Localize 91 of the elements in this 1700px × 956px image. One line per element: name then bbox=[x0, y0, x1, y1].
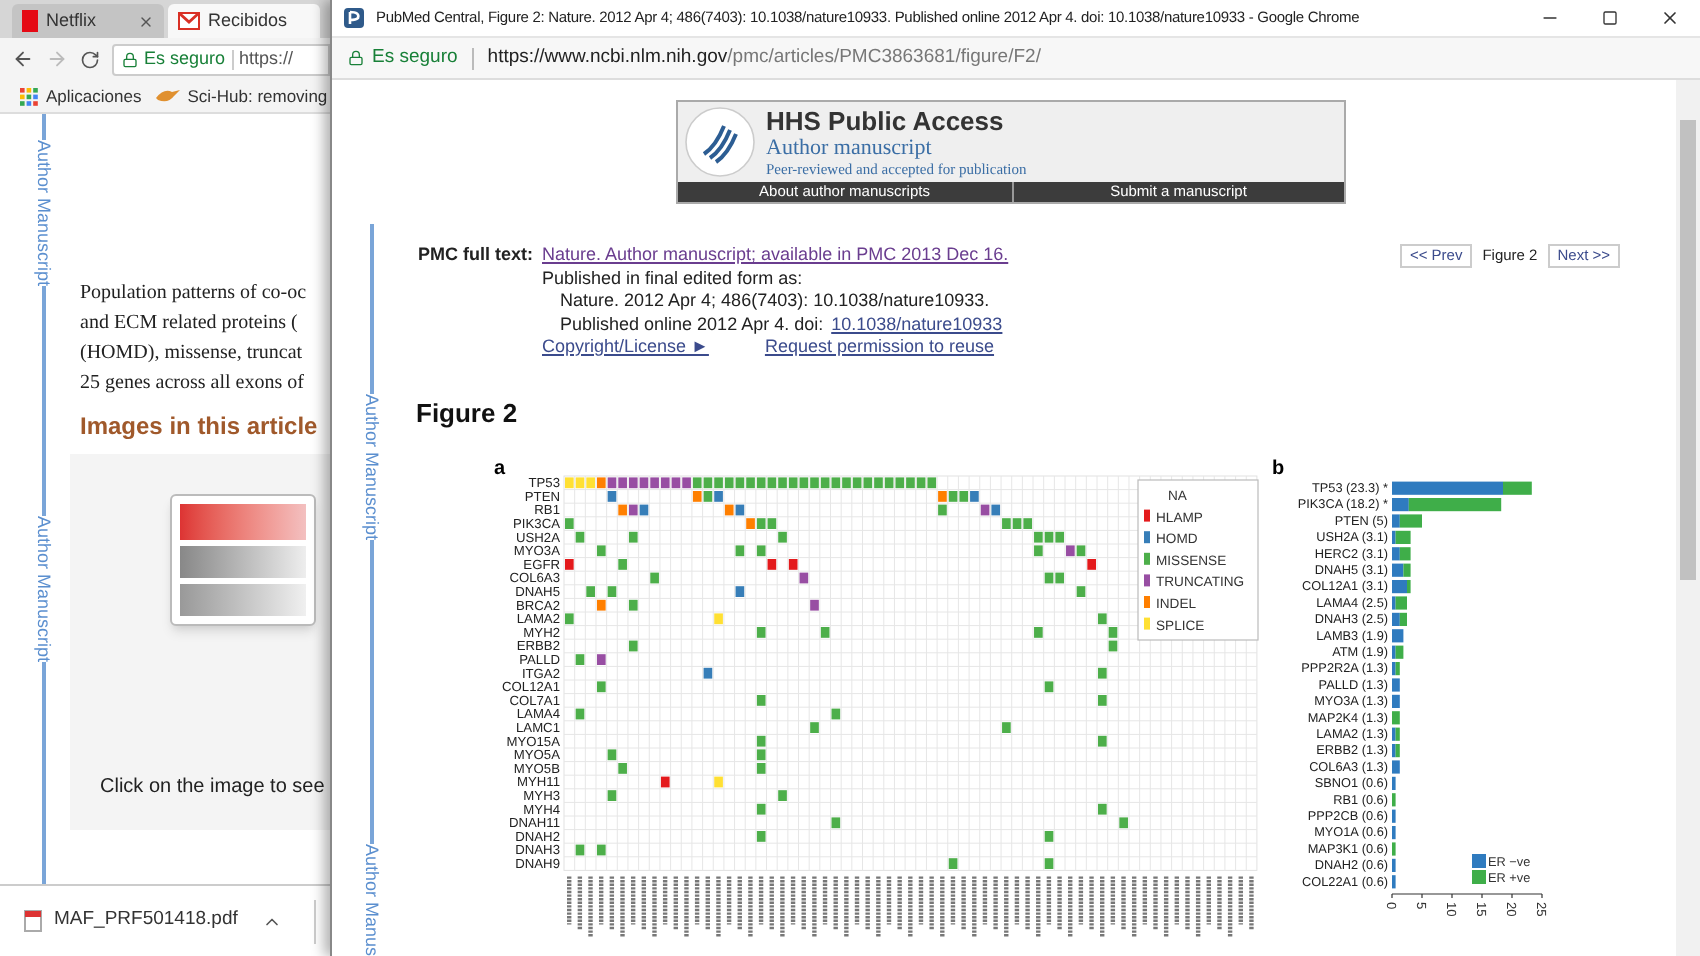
paragraph-line: 25 genes across all exons of bbox=[80, 370, 306, 398]
reload-icon[interactable] bbox=[80, 49, 100, 69]
mutation-cell bbox=[831, 708, 841, 720]
url-text: https:// bbox=[239, 45, 294, 72]
mutation-cell bbox=[703, 667, 713, 679]
mutation-cell bbox=[628, 599, 638, 611]
scrollbar[interactable] bbox=[1676, 80, 1700, 956]
mutation-cell bbox=[1119, 817, 1128, 829]
pdf-file-icon bbox=[24, 910, 42, 932]
close-icon bbox=[1660, 8, 1680, 28]
panel-label: a bbox=[494, 458, 506, 480]
mutation-cell bbox=[1098, 695, 1107, 706]
paragraph-line: (HOMD), missense, truncat bbox=[80, 340, 305, 368]
mutation-cell bbox=[1076, 586, 1086, 597]
bird-icon bbox=[155, 88, 180, 104]
mutation-cell bbox=[618, 559, 627, 570]
paragraph-line: Population patterns of co-oc bbox=[80, 280, 309, 308]
citation-text: Nature. 2012 Apr 4; 486(7403): 10.1038/nature10933. bbox=[558, 290, 992, 313]
apps-grid-icon bbox=[20, 87, 38, 105]
permission-link[interactable]: Request permission to reuse bbox=[764, 336, 995, 359]
mutation-cell bbox=[1098, 667, 1107, 679]
mutation-cell bbox=[1098, 803, 1107, 815]
paragraph-line: and ECM related proteins ( bbox=[80, 310, 300, 338]
browser-tab[interactable]: Netflix bbox=[12, 4, 164, 38]
mutation-cell bbox=[1034, 627, 1043, 638]
download-filename[interactable]: MAF_PRF501418.pdf bbox=[54, 906, 238, 936]
mutation-cell bbox=[575, 654, 585, 665]
mutation-cell bbox=[575, 708, 585, 720]
security-label: Es seguro bbox=[144, 45, 226, 72]
banner-subtitle: Author manuscript bbox=[766, 135, 934, 159]
bookmark[interactable]: Sci-Hub: removing bbox=[155, 83, 330, 109]
mutation-cell bbox=[1044, 858, 1054, 869]
mutation-cell bbox=[597, 844, 606, 856]
side-label: Author Manuscript bbox=[32, 516, 56, 663]
panel-label: b bbox=[1272, 458, 1285, 480]
citation-text: Published online 2012 Apr 4. doi: bbox=[560, 313, 824, 336]
mutation-cell bbox=[810, 599, 819, 611]
side-label: Author Manus bbox=[360, 843, 384, 956]
mutation-cell bbox=[756, 627, 766, 638]
mutation-cell bbox=[756, 831, 766, 842]
mutation-cell bbox=[575, 844, 585, 856]
mutation-cell bbox=[831, 817, 841, 829]
mutation-cell bbox=[810, 722, 819, 733]
citation-text: Published in final edited form as: bbox=[542, 267, 805, 290]
figure-title: Figure 2 bbox=[416, 395, 520, 432]
chart-thumbnail-drawing[interactable] bbox=[170, 494, 316, 626]
url-text: https://www.ncbi.nlm.nih.gov/pmc/articles/PMC3863681/figure/F2/ bbox=[487, 43, 1041, 72]
mutation-cell bbox=[597, 681, 606, 693]
lock-icon bbox=[122, 51, 138, 67]
mutation-cell bbox=[756, 695, 766, 706]
mutation-cell bbox=[597, 545, 606, 557]
page-favicon bbox=[344, 8, 364, 28]
browser-tab[interactable]: Recibidos bbox=[168, 4, 320, 38]
address-field[interactable]: Es seguro https:// bbox=[112, 43, 330, 75]
thumbnail-caption: Click on the image to see bbox=[100, 774, 327, 802]
side-label: Author Manuscript bbox=[360, 394, 384, 541]
side-label: Author Manuscript bbox=[32, 140, 56, 287]
mutation-cell bbox=[1002, 722, 1011, 733]
banner-title: HHS Public Access bbox=[766, 107, 1006, 135]
mutation-cell bbox=[948, 858, 958, 869]
mutation-cell bbox=[565, 559, 574, 570]
manuscript-link[interactable]: Nature. Author manuscript; available in PMC 2013 Dec 16. bbox=[542, 244, 1009, 267]
mutation-cell bbox=[607, 790, 617, 801]
back-icon[interactable] bbox=[12, 48, 34, 70]
security-label: Es seguro bbox=[372, 43, 458, 72]
citation-label: PMC full text: bbox=[418, 244, 535, 267]
mutation-cell bbox=[565, 613, 574, 625]
mutation-cell bbox=[735, 545, 745, 557]
mutation-cell bbox=[735, 586, 745, 597]
mutation-cell bbox=[714, 613, 723, 625]
mutation-cell bbox=[597, 654, 606, 665]
section-heading: Images in this article bbox=[80, 410, 320, 444]
address-bar[interactable]: Es seguro https://www.ncbi.nlm.nih.gov/pmc/articles/PMC3863681/figure/F2/ bbox=[332, 38, 1700, 80]
mutation-cell bbox=[660, 776, 670, 788]
bookmark[interactable]: Aplicaciones bbox=[20, 83, 148, 109]
lock-icon bbox=[348, 50, 364, 66]
copyright-link[interactable]: Copyright/License ► bbox=[542, 336, 709, 359]
mutation-cell bbox=[650, 572, 659, 584]
mutation-cell bbox=[628, 531, 638, 543]
mutation-cell bbox=[714, 776, 723, 788]
mutation-cell bbox=[820, 627, 830, 638]
close-icon[interactable] bbox=[138, 13, 154, 29]
mutation-cell bbox=[1044, 681, 1054, 693]
mutation-cell bbox=[778, 790, 787, 801]
maximize-icon bbox=[1602, 10, 1618, 26]
mutation-cell bbox=[1044, 831, 1054, 842]
doi-link[interactable]: 10.1038/nature10933 bbox=[831, 313, 1003, 336]
mutation-cell bbox=[628, 640, 638, 652]
mutation-cell bbox=[756, 803, 766, 815]
mail-icon bbox=[178, 12, 200, 30]
mutation-cell bbox=[1098, 735, 1107, 747]
